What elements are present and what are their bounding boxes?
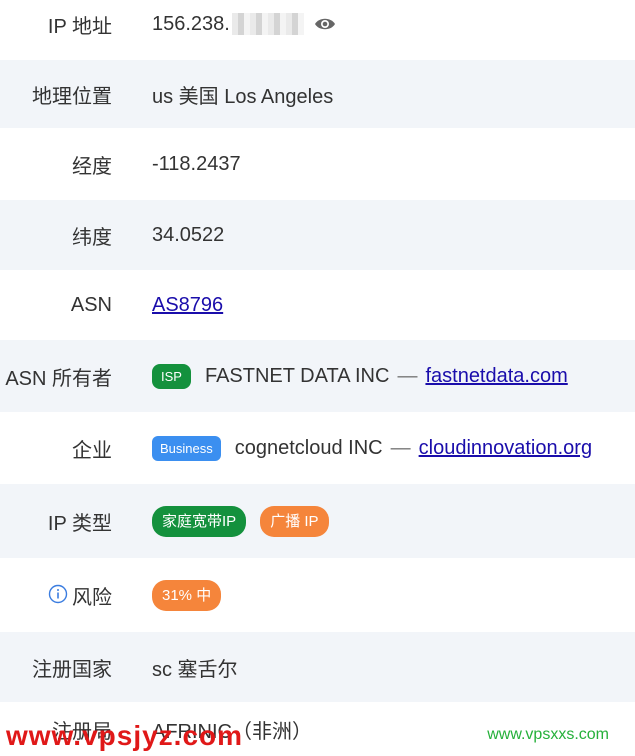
asn-owner-value: ISP FASTNET DATA INC — fastnetdata.com [152,363,568,389]
company-name: cognetcloud INC [234,436,383,459]
ip-mask [231,13,304,35]
row-risk: 风险 31% 中 [0,558,635,632]
row-registered-country: 注册国家 sc 塞舌尔 [0,632,635,702]
asn-owner-name: FASTNET DATA INC [204,364,390,387]
isp-badge: ISP [152,363,191,389]
risk-score-badge: 31% 中 [152,579,222,611]
longitude-value: -118.2437 [152,152,241,175]
ip-type-value: 家庭宽带IP 广播 IP [152,505,329,537]
row-ip-address: IP 地址 156.238. [0,0,635,48]
info-circle-icon[interactable] [48,584,68,604]
business-badge: Business [152,435,221,461]
row-longitude: 经度 -118.2437 [0,128,635,200]
ip-address-value: 156.238. [152,13,336,36]
row-latitude: 纬度 34.0522 [0,200,635,270]
asn-label: ASN [70,293,112,316]
residential-ip-badge: 家庭宽带IP [152,505,247,537]
ip-address-text: 156.238. [152,12,230,35]
risk-value: 31% 中 [152,579,222,611]
latitude-label: 纬度 [72,226,112,249]
asn-owner-domain-link[interactable]: fastnetdata.com [425,365,567,388]
company-value: Business cognetcloud INC — cloudinnovati… [152,435,592,461]
registered-country-label: 注册国家 [32,658,112,681]
row-asn: ASN AS8796 [0,270,635,340]
row-asn-owner: ASN 所有者 ISP FASTNET DATA INC — fastnetda… [0,340,635,412]
row-geolocation: 地理位置 us 美国 Los Angeles [0,60,635,128]
company-separator: — [390,436,411,459]
asn-owner-separator: — [397,364,418,387]
broadcast-ip-badge: 广播 IP [260,505,329,537]
geolocation-label: 地理位置 [32,85,112,108]
watermark-right: www.vpsxxs.com [487,726,609,743]
geolocation-value: us 美国 Los Angeles [152,85,334,108]
asn-link[interactable]: AS8796 [152,294,223,317]
row-ip-type: IP 类型 家庭宽带IP 广播 IP [0,484,635,558]
latitude-value: 34.0522 [152,223,225,246]
ip-address-label: IP 地址 [47,15,112,38]
registered-country-value: sc 塞舌尔 [152,658,238,681]
company-domain-link[interactable]: cloudinnovation.org [419,437,592,460]
ip-type-label: IP 类型 [47,512,112,535]
watermark-left: www.vpsjyz.com [6,720,244,751]
company-label: 企业 [72,439,112,462]
longitude-label: 经度 [72,155,112,178]
row-company: 企业 Business cognetcloud INC — cloudinnov… [0,412,635,484]
asn-value-wrap: AS8796 [152,294,223,317]
risk-label-wrap: 风险 [0,581,112,610]
asn-owner-label: ASN 所有者 [5,367,112,390]
eye-icon[interactable] [314,16,336,32]
risk-label: 风险 [72,586,112,609]
